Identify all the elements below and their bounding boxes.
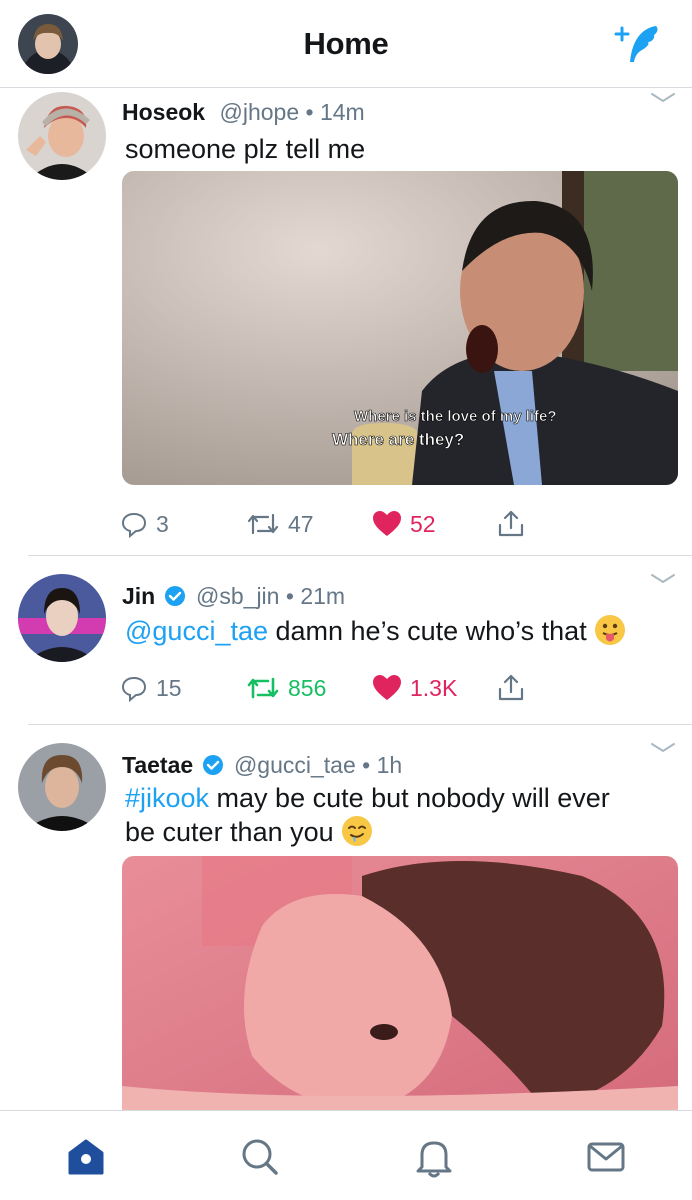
tweet-header: Jin @sb_jin • 21m xyxy=(122,583,345,610)
tweet-text-line1: #jikook may be cute but nobody will ever xyxy=(125,782,665,815)
tongue-face-emoji xyxy=(595,615,626,645)
tweet-text-body: be cuter than you xyxy=(125,817,334,847)
retweet-button[interactable]: 47 xyxy=(246,507,314,541)
tweet[interactable]: Jin @sb_jin • 21m @gucci_tae damn he’s c… xyxy=(0,556,692,724)
page-title: Home xyxy=(303,26,389,61)
timestamp[interactable]: 21m xyxy=(300,583,345,609)
reply-button[interactable]: 3 xyxy=(120,507,169,541)
tweet-actions: 3 47 52 xyxy=(120,507,540,541)
tweet-actions: 15 856 1.3K xyxy=(120,671,540,705)
retweet-count: 856 xyxy=(288,674,327,701)
author-avatar[interactable] xyxy=(18,92,106,180)
chevron-down-icon[interactable] xyxy=(650,572,676,586)
tweet-text: #jikook may be cute but nobody will ever… xyxy=(125,782,665,849)
compose-tweet-button[interactable] xyxy=(612,22,664,68)
separator-dot: • xyxy=(285,583,294,609)
author-handle[interactable]: @jhope xyxy=(219,99,299,125)
sparkle-feather-icon xyxy=(614,26,658,62)
timestamp[interactable]: 1h xyxy=(377,752,403,778)
top-bar: Home xyxy=(0,0,692,88)
author-name[interactable]: Jin xyxy=(122,583,155,609)
like-count: 52 xyxy=(410,510,436,537)
search-icon xyxy=(242,1139,278,1175)
media-image xyxy=(122,856,678,1110)
messages-icon xyxy=(587,1142,625,1172)
tab-home[interactable] xyxy=(64,1135,108,1179)
heart-filled-icon xyxy=(373,675,401,700)
timeline[interactable]: Hoseok @jhope • 14m someone plz tell me xyxy=(0,89,692,1110)
tweet-header: Hoseok @jhope • 14m xyxy=(122,99,365,126)
tweet-header: Taetae @gucci_tae • 1h xyxy=(122,752,402,779)
tweet-text-body: damn he’s cute who’s that xyxy=(268,616,587,646)
timestamp[interactable]: 14m xyxy=(320,99,365,125)
tweet[interactable]: Hoseok @jhope • 14m someone plz tell me xyxy=(0,89,692,554)
home-icon xyxy=(68,1139,104,1175)
share-button[interactable] xyxy=(496,671,526,705)
retweet-icon xyxy=(247,513,279,535)
media-image: Where is the love of my life? Where are … xyxy=(122,171,678,485)
tweet-text: someone plz tell me xyxy=(125,134,366,164)
tab-messages[interactable] xyxy=(584,1135,628,1179)
tweet-text: @gucci_tae damn he’s cute who’s that xyxy=(125,614,685,648)
bottom-tab-bar xyxy=(0,1110,692,1200)
mention-link[interactable]: @gucci_tae xyxy=(125,616,268,646)
share-icon xyxy=(498,510,524,537)
retweet-button[interactable]: 856 xyxy=(246,671,326,705)
tweet[interactable]: Taetae @gucci_tae • 1h #jikook may be cu… xyxy=(0,725,692,1110)
reply-count: 3 xyxy=(156,510,169,537)
user-avatar xyxy=(18,574,106,662)
chevron-down-icon[interactable] xyxy=(650,91,676,105)
author-name[interactable]: Taetae xyxy=(122,752,193,778)
reply-button[interactable]: 15 xyxy=(120,671,182,705)
retweet-icon xyxy=(247,677,279,699)
tweet-text-body: may be cute but nobody will ever xyxy=(209,783,610,813)
share-icon xyxy=(498,674,524,701)
media-caption-line1: Where is the love of my life? xyxy=(354,408,557,425)
author-name[interactable]: Hoseok xyxy=(122,99,205,125)
separator-dot: • xyxy=(362,752,371,778)
heart-filled-icon xyxy=(373,511,401,536)
share-button[interactable] xyxy=(496,507,526,541)
separator-dot: • xyxy=(305,99,314,125)
tab-notifications[interactable] xyxy=(412,1135,456,1179)
like-count: 1.3K xyxy=(410,674,458,701)
tweet-media[interactable] xyxy=(122,856,678,1110)
author-handle[interactable]: @sb_jin xyxy=(196,583,279,609)
chevron-down-icon[interactable] xyxy=(650,741,676,755)
author-avatar[interactable] xyxy=(18,743,106,831)
drooling-face-emoji xyxy=(342,816,373,846)
author-avatar[interactable] xyxy=(18,574,106,662)
retweet-count: 47 xyxy=(288,510,314,537)
like-button[interactable]: 52 xyxy=(372,507,436,541)
media-caption-line2: Where are they? xyxy=(332,430,464,449)
reply-icon xyxy=(121,512,147,538)
hashtag-link[interactable]: #jikook xyxy=(125,783,209,813)
reply-icon xyxy=(121,676,147,702)
verified-badge-icon xyxy=(164,586,185,606)
author-handle[interactable]: @gucci_tae xyxy=(234,752,356,778)
tweet-text-line2: be cuter than you xyxy=(125,815,665,849)
tweet-media[interactable]: Where is the love of my life? Where are … xyxy=(122,171,678,485)
user-avatar xyxy=(18,92,106,180)
tab-search[interactable] xyxy=(238,1135,282,1179)
notifications-icon xyxy=(416,1141,452,1178)
reply-count: 15 xyxy=(156,674,182,701)
verified-badge-icon xyxy=(202,755,223,775)
like-button[interactable]: 1.3K xyxy=(372,671,457,705)
user-avatar xyxy=(18,743,106,831)
